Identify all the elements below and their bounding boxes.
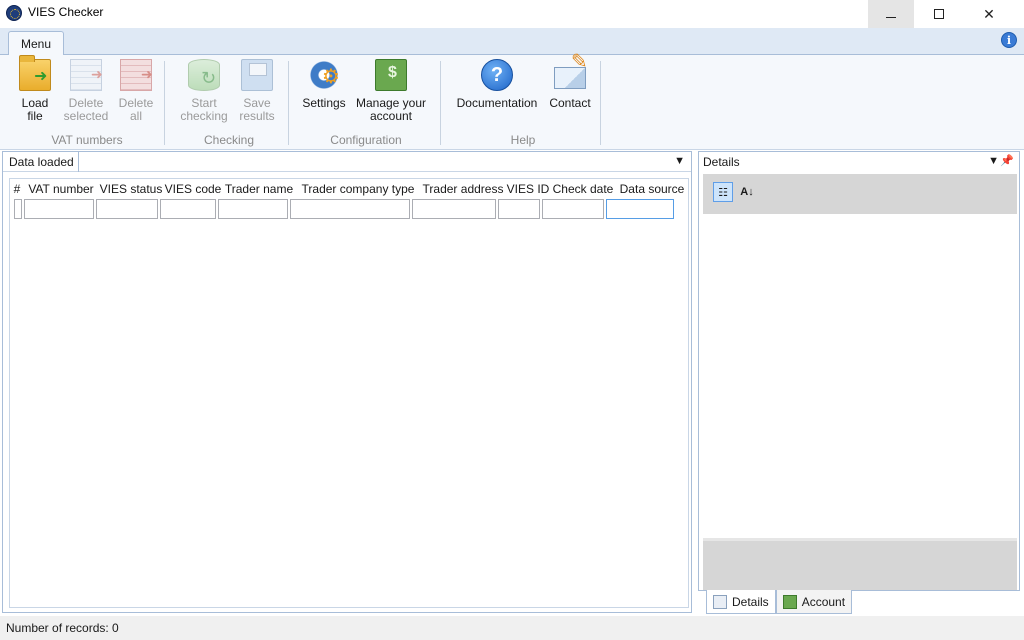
filter-row bbox=[10, 199, 676, 221]
maximize-button[interactable] bbox=[916, 0, 962, 28]
tab-account-label: Account bbox=[801, 594, 846, 609]
settings-button[interactable]: Settings bbox=[298, 59, 350, 131]
start-checking-label-2: checking bbox=[180, 109, 228, 123]
group-label-checking: Checking bbox=[203, 133, 255, 147]
column-header-vat-number[interactable]: VAT number bbox=[24, 179, 98, 199]
column-header-vies-status[interactable]: VIES status bbox=[98, 179, 164, 199]
column-header-trader-company-type[interactable]: Trader company type bbox=[296, 179, 420, 199]
data-panel-header: Data loaded ▼ bbox=[3, 152, 691, 172]
app-logo-icon bbox=[6, 5, 22, 21]
filter-cell-vies-code[interactable] bbox=[160, 199, 216, 219]
column-header-trader-name[interactable]: Trader name bbox=[222, 179, 296, 199]
table-delete-icon bbox=[70, 59, 103, 91]
save-icon bbox=[241, 59, 273, 91]
ribbon-separator bbox=[440, 61, 441, 145]
ribbon: Load file Delete selected Delete all VAT… bbox=[0, 54, 1024, 150]
property-description-area bbox=[703, 538, 1017, 590]
delete-all-label-2: all bbox=[129, 109, 142, 123]
record-count: Number of records: 0 bbox=[6, 621, 119, 635]
details-panel-title: Details bbox=[703, 155, 740, 169]
close-button[interactable]: ✕ bbox=[966, 0, 1012, 28]
property-grid-toolbar: ☷ A↓ bbox=[703, 174, 1017, 214]
ribbon-separator bbox=[288, 61, 289, 145]
maximize-icon bbox=[934, 9, 944, 19]
ribbon-separator bbox=[600, 61, 601, 145]
pin-icon[interactable]: 📌 bbox=[1000, 154, 1014, 167]
money-icon bbox=[782, 594, 797, 609]
details-panel-header: Details bbox=[699, 152, 1019, 172]
info-icon[interactable]: i bbox=[1001, 32, 1017, 48]
filter-cell-trader-address[interactable] bbox=[412, 199, 496, 219]
minimize-button[interactable] bbox=[868, 0, 914, 28]
minimize-icon bbox=[886, 16, 896, 18]
column-header-data-source[interactable]: Data source bbox=[616, 179, 688, 199]
data-panel: Data loaded ▼ # VAT number VIES status V… bbox=[2, 151, 692, 613]
filter-cell-index[interactable] bbox=[14, 199, 22, 219]
save-results-button[interactable]: Save results bbox=[234, 59, 280, 131]
manage-account-button[interactable]: Manage your account bbox=[350, 59, 432, 131]
money-icon bbox=[375, 59, 407, 91]
delete-all-button[interactable]: Delete all bbox=[114, 59, 158, 131]
start-checking-button[interactable]: Start checking bbox=[178, 59, 230, 131]
ribbon-tab-strip bbox=[0, 28, 1024, 54]
contact-button[interactable]: Contact bbox=[544, 56, 596, 131]
table-delete-all-icon bbox=[120, 59, 153, 91]
document-icon bbox=[713, 594, 727, 609]
sort-alphabetical-icon[interactable]: A↓ bbox=[737, 182, 757, 202]
tab-account[interactable]: Account bbox=[775, 590, 853, 614]
settings-label: Settings bbox=[302, 96, 346, 110]
group-label-configuration: Configuration bbox=[330, 133, 402, 147]
database-refresh-icon bbox=[188, 59, 220, 91]
filter-cell-data-source[interactable] bbox=[606, 199, 674, 219]
filter-cell-vies-id[interactable] bbox=[498, 199, 540, 219]
folder-open-icon bbox=[19, 55, 51, 91]
details-menu-icon[interactable]: ▼ bbox=[988, 155, 999, 167]
column-header-vies-id[interactable]: VIES ID bbox=[506, 179, 550, 199]
filter-cell-vies-status[interactable] bbox=[96, 199, 158, 219]
status-bar: Number of records: 0 bbox=[0, 616, 1024, 640]
filter-cell-vat-number[interactable] bbox=[24, 199, 94, 219]
save-results-label-2: results bbox=[239, 109, 275, 123]
details-tab-strip: Details Account bbox=[706, 590, 853, 614]
ribbon-separator bbox=[164, 61, 165, 145]
delete-selected-label-2: selected bbox=[63, 109, 109, 123]
tab-data-loaded[interactable]: Data loaded bbox=[5, 152, 79, 172]
manage-account-label-2: account bbox=[369, 109, 413, 123]
panel-menu-icon[interactable]: ▼ bbox=[674, 155, 685, 167]
categorized-view-icon[interactable]: ☷ bbox=[713, 182, 733, 202]
contact-label: Contact bbox=[549, 96, 591, 110]
load-file-label-2: file bbox=[27, 109, 43, 123]
documentation-label: Documentation bbox=[456, 96, 538, 110]
documentation-button[interactable]: ? Documentation bbox=[450, 59, 544, 131]
grid-header: # VAT number VIES status VIES code Trade… bbox=[10, 179, 688, 199]
load-file-button[interactable]: Load file bbox=[14, 55, 56, 131]
column-header-vies-code[interactable]: VIES code bbox=[164, 179, 222, 199]
filter-cell-check-date[interactable] bbox=[542, 199, 604, 219]
gear-icon bbox=[308, 59, 340, 91]
title-bar: VIES Checker ✕ bbox=[0, 0, 1024, 28]
group-label-help: Help bbox=[510, 133, 536, 147]
data-grid[interactable]: # VAT number VIES status VIES code Trade… bbox=[9, 178, 689, 608]
app-window: VIES Checker ✕ Menu i Load file Delete s… bbox=[0, 0, 1024, 640]
close-icon: ✕ bbox=[983, 5, 995, 22]
filter-cell-trader-name[interactable] bbox=[218, 199, 288, 219]
column-header-index[interactable]: # bbox=[10, 179, 24, 199]
tab-menu[interactable]: Menu bbox=[8, 31, 64, 55]
window-title: VIES Checker bbox=[28, 5, 104, 19]
tab-details[interactable]: Details bbox=[706, 590, 776, 614]
filter-cell-trader-company-type[interactable] bbox=[290, 199, 410, 219]
property-grid[interactable] bbox=[703, 214, 1017, 538]
details-panel: Details ▼ 📌 ☷ A↓ bbox=[698, 151, 1020, 591]
column-header-check-date[interactable]: Check date bbox=[550, 179, 616, 199]
tab-details-label: Details bbox=[732, 594, 769, 609]
column-header-trader-address[interactable]: Trader address bbox=[420, 179, 506, 199]
mail-icon bbox=[554, 56, 588, 89]
delete-selected-button[interactable]: Delete selected bbox=[60, 59, 112, 131]
group-label-vat-numbers: VAT numbers bbox=[51, 133, 123, 147]
help-icon: ? bbox=[481, 59, 513, 91]
